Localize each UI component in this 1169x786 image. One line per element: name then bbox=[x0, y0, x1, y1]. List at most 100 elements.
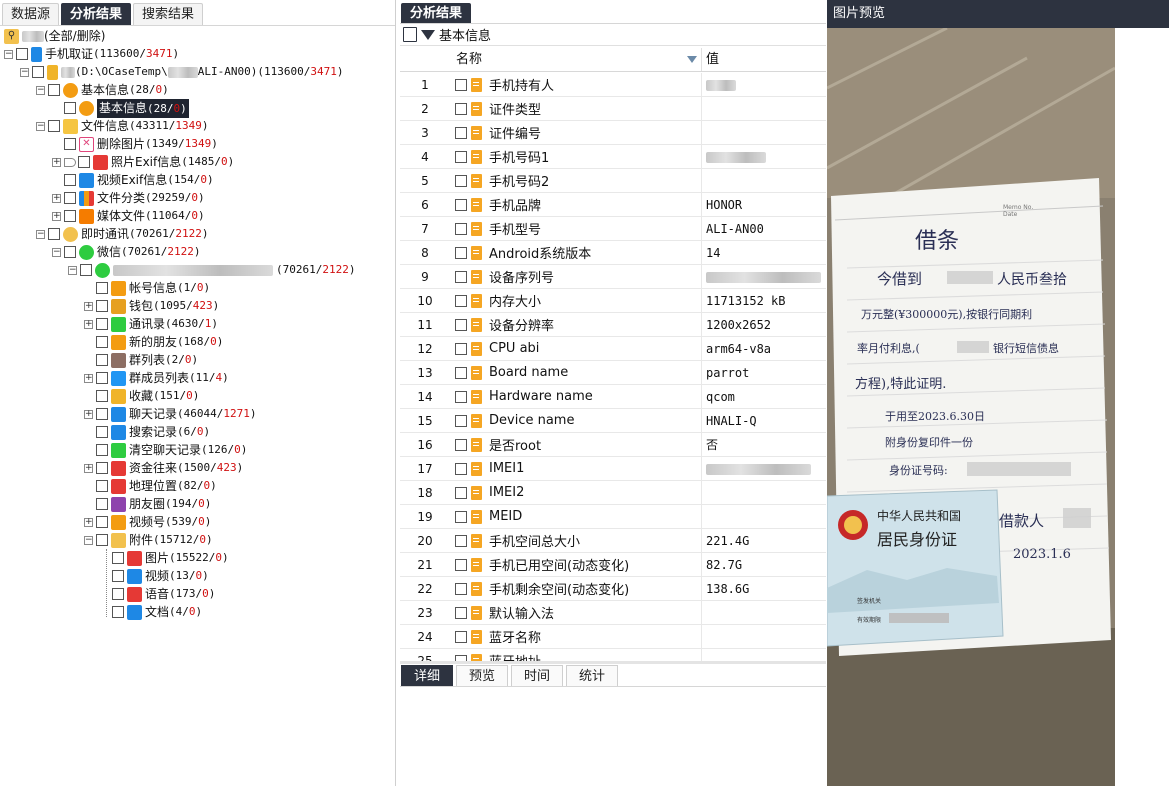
tree-node-wechat[interactable]: − 微信 (70261/2122) bbox=[52, 243, 201, 261]
table-row[interactable]: 22 手机剩余空间(动态变化) 138.6G bbox=[400, 577, 826, 601]
tree-node-basic-info[interactable]: − 基本信息 (28/0) bbox=[36, 81, 169, 99]
checkbox[interactable] bbox=[96, 318, 108, 330]
table-row[interactable]: 10 内存大小 11713152 kB bbox=[400, 289, 826, 313]
row-checkbox[interactable] bbox=[455, 438, 467, 451]
checkbox[interactable] bbox=[112, 570, 124, 582]
tree-node-basic-info-child[interactable]: 基本信息(28/0) bbox=[52, 98, 189, 118]
tab-search-results[interactable]: 搜索结果 bbox=[133, 3, 204, 25]
checkbox[interactable] bbox=[64, 138, 76, 150]
checkbox[interactable] bbox=[32, 66, 44, 78]
table-row[interactable]: 23 默认输入法 bbox=[400, 601, 826, 625]
row-checkbox[interactable] bbox=[455, 462, 467, 475]
tree-node-wechat-item[interactable]: + 聊天记录 (46044/1271) bbox=[84, 405, 257, 423]
tree-node-instant-messaging[interactable]: − 即时通讯 (70261/2122) bbox=[36, 225, 209, 243]
tab-time[interactable]: 时间 bbox=[511, 665, 564, 686]
export-icon[interactable] bbox=[403, 27, 417, 42]
checkbox[interactable] bbox=[16, 48, 28, 60]
checkbox[interactable] bbox=[96, 462, 108, 474]
row-checkbox[interactable] bbox=[455, 366, 467, 379]
checkbox[interactable] bbox=[64, 210, 76, 222]
table-row[interactable]: 1 手机持有人 bbox=[400, 73, 826, 97]
checkbox[interactable] bbox=[96, 408, 108, 420]
tree-node-media-files[interactable]: + 媒体文件 (11064/0) bbox=[52, 207, 205, 225]
checkbox[interactable] bbox=[78, 156, 90, 168]
tree-node-wechat-item[interactable]: 朋友圈 (194/0) bbox=[84, 495, 211, 513]
checkbox[interactable] bbox=[48, 120, 60, 132]
tree-node-wechat-item[interactable]: 收藏 (151/0) bbox=[84, 387, 199, 405]
row-checkbox[interactable] bbox=[455, 390, 467, 403]
checkbox[interactable] bbox=[96, 534, 108, 546]
tree-node-wechat-item[interactable]: 地理位置 (82/0) bbox=[84, 477, 217, 495]
tree-node-video-exif[interactable]: 视频Exif信息 (154/0) bbox=[52, 171, 214, 189]
checkbox[interactable] bbox=[64, 192, 76, 204]
row-checkbox[interactable] bbox=[455, 78, 467, 91]
tree-node-phone[interactable]: − 手机取证 (113600/3471) bbox=[4, 45, 179, 63]
checkbox[interactable] bbox=[64, 174, 76, 186]
table-row[interactable]: 7 手机型号 ALI-AN00 bbox=[400, 217, 826, 241]
table-row[interactable]: 20 手机空间总大小 221.4G bbox=[400, 529, 826, 553]
row-checkbox[interactable] bbox=[455, 246, 467, 259]
checkbox[interactable] bbox=[48, 84, 60, 96]
tree-node-case[interactable]: − (D:\OCaseTemp\ ALI-AN00) (113600/3471) bbox=[20, 63, 343, 81]
collapse-icon[interactable]: − bbox=[36, 85, 45, 95]
expand-icon[interactable]: + bbox=[84, 517, 93, 527]
tree-node-file-class[interactable]: + 文件分类 (29259/0) bbox=[52, 189, 205, 207]
row-checkbox[interactable] bbox=[455, 630, 467, 643]
tree-node-wechat-item[interactable]: + 群成员列表 (11/4) bbox=[84, 369, 229, 387]
tree-node-wechat-account[interactable]: − (70261/2122) bbox=[68, 261, 356, 279]
tab-statistics[interactable]: 统计 bbox=[566, 665, 619, 686]
tab-analysis-results[interactable]: 分析结果 bbox=[61, 3, 132, 25]
collapse-icon[interactable]: − bbox=[36, 121, 45, 131]
tree-node-file-info[interactable]: − 文件信息 (43311/1349) bbox=[36, 117, 209, 135]
preview-image[interactable]: Memo No. Date 借条 今借到 人民币叁拾 万元整(¥300000元)… bbox=[827, 28, 1115, 786]
filter-icon[interactable] bbox=[421, 29, 435, 40]
expand-icon[interactable]: + bbox=[84, 409, 93, 419]
table-row[interactable]: 2 证件类型 bbox=[400, 97, 826, 121]
tree-node-attachment-item[interactable]: 图片 (15522/0) bbox=[100, 549, 229, 567]
checkbox[interactable] bbox=[64, 246, 76, 258]
checkbox[interactable] bbox=[96, 282, 108, 294]
row-checkbox[interactable] bbox=[455, 558, 467, 571]
row-checkbox[interactable] bbox=[455, 534, 467, 547]
tree-node-wechat-item[interactable]: 帐号信息 (1/0) bbox=[84, 279, 210, 297]
header-name[interactable]: 名称 bbox=[450, 48, 701, 71]
table-row[interactable]: 21 手机已用空间(动态变化) 82.7G bbox=[400, 553, 826, 577]
row-checkbox[interactable] bbox=[455, 582, 467, 595]
row-checkbox[interactable] bbox=[455, 102, 467, 115]
table-row[interactable]: 4 手机号码1 bbox=[400, 145, 826, 169]
row-checkbox[interactable] bbox=[455, 150, 467, 163]
table-row[interactable]: 13 Board name parrot bbox=[400, 361, 826, 385]
table-row[interactable]: 14 Hardware name qcom bbox=[400, 385, 826, 409]
column-filter-icon[interactable] bbox=[687, 56, 697, 63]
expand-icon[interactable]: + bbox=[84, 301, 93, 311]
tree-node-wechat-item[interactable]: 新的朋友 (168/0) bbox=[84, 333, 223, 351]
table-row[interactable]: 25 蓝牙地址 bbox=[400, 649, 826, 661]
tab-analysis[interactable]: 分析结果 bbox=[401, 3, 472, 23]
tree-root[interactable]: ⚲ (全部/删除) bbox=[4, 27, 105, 45]
checkbox[interactable] bbox=[112, 552, 124, 564]
tree-node-attachment-item[interactable]: 语音 (173/0) bbox=[100, 585, 215, 603]
checkbox[interactable] bbox=[64, 102, 76, 114]
tab-details[interactable]: 详细 bbox=[401, 665, 454, 686]
checkbox[interactable] bbox=[48, 228, 60, 240]
collapse-icon[interactable]: − bbox=[52, 247, 61, 257]
table-row[interactable]: 5 手机号码2 bbox=[400, 169, 826, 193]
row-checkbox[interactable] bbox=[455, 198, 467, 211]
checkbox[interactable] bbox=[96, 336, 108, 348]
collapse-icon[interactable]: − bbox=[36, 229, 45, 239]
checkbox[interactable] bbox=[96, 480, 108, 492]
tab-data-source[interactable]: 数据源 bbox=[2, 3, 60, 25]
collapse-icon[interactable]: − bbox=[68, 265, 77, 275]
table-row[interactable]: 17 IMEI1 bbox=[400, 457, 826, 481]
expand-icon[interactable]: + bbox=[84, 463, 93, 473]
table-row[interactable]: 9 设备序列号 bbox=[400, 265, 826, 289]
tree-node-attachment-item[interactable]: 文档 (4/0) bbox=[100, 603, 202, 621]
tree-node-wechat-item[interactable]: 群列表 (2/0) bbox=[84, 351, 198, 369]
collapse-icon[interactable]: − bbox=[20, 67, 29, 77]
tree-node-wechat-item[interactable]: 搜索记录 (6/0) bbox=[84, 423, 210, 441]
header-value[interactable]: 值 bbox=[701, 48, 826, 71]
expand-icon[interactable]: + bbox=[52, 211, 61, 221]
expand-icon[interactable]: + bbox=[52, 157, 61, 167]
table-row[interactable]: 24 蓝牙名称 bbox=[400, 625, 826, 649]
table-row[interactable]: 11 设备分辨率 1200x2652 bbox=[400, 313, 826, 337]
